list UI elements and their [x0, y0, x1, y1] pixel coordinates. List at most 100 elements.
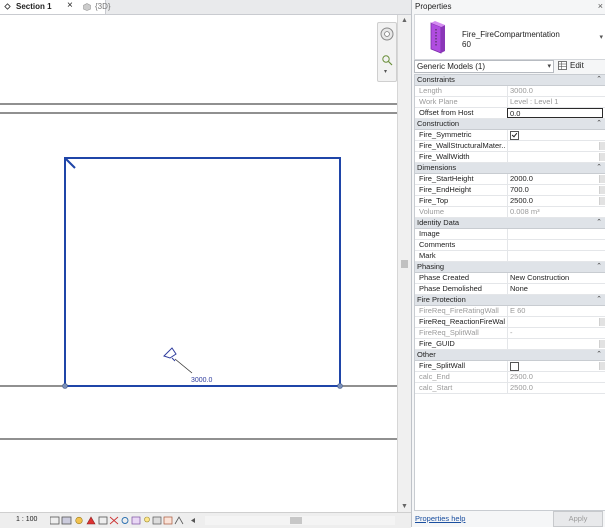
apply-button[interactable]: Apply [553, 511, 603, 527]
row-value[interactable] [507, 130, 603, 140]
fire-splitwall-checkbox[interactable] [510, 362, 519, 371]
row-fire-top[interactable]: Fire_Top 2500.0 [415, 196, 605, 207]
row-fire-start-height[interactable]: Fire_StartHeight 2000.0 [415, 174, 605, 185]
row-name: Phase Demolished [419, 284, 482, 293]
section-fire-protection[interactable]: Fire Protection ⌃ [415, 295, 605, 306]
zoom-icon[interactable] [381, 54, 393, 66]
section-phasing[interactable]: Phasing ⌃ [415, 262, 605, 273]
edit-type-icon [558, 61, 567, 70]
row-comments[interactable]: Comments [415, 240, 605, 251]
scroll-up-icon[interactable]: ▲ [401, 17, 408, 24]
steering-wheel-icon[interactable] [379, 26, 395, 42]
collapse-icon[interactable]: ⌃ [596, 262, 602, 272]
row-name: Fire_EndHeight [419, 185, 472, 194]
row-fire-splitwall[interactable]: Fire_SplitWall [415, 361, 605, 372]
close-tab-icon[interactable]: × [67, 0, 73, 13]
vertical-scrollbar[interactable]: ▲ ▼ [397, 15, 411, 512]
row-phase-created[interactable]: Phase Created New Construction [415, 273, 605, 284]
row-name: Work Plane [419, 97, 458, 106]
grip-right[interactable] [337, 383, 343, 389]
section-title: Constraints [417, 75, 455, 84]
type-dropdown-icon[interactable]: ▾ [599, 33, 603, 41]
view-scale[interactable]: 1 : 100 [16, 516, 37, 523]
row-value[interactable] [507, 152, 603, 162]
collapse-icon[interactable]: ⌃ [596, 295, 602, 305]
horizontal-scroll-thumb[interactable] [290, 517, 302, 524]
collapse-icon[interactable]: ⌃ [596, 119, 602, 129]
section-constraints[interactable]: Constraints ⌃ [415, 75, 605, 86]
browse-button[interactable] [599, 153, 605, 161]
row-firereq-reaction[interactable]: FireReq_ReactionFireWall [415, 317, 605, 328]
row-value[interactable] [507, 251, 603, 261]
row-name: Fire_Symmetric [419, 130, 472, 139]
collapse-icon[interactable]: ⌃ [596, 350, 602, 360]
row-value[interactable]: 700.0 [507, 185, 603, 195]
fire-compartment-element[interactable] [64, 157, 341, 387]
tab-section-label: Section 1 [16, 2, 52, 11]
lightbulb-icon [144, 516, 150, 523]
row-value[interactable] [507, 141, 603, 151]
view-control-icons[interactable] [50, 515, 200, 526]
properties-palette: Properties × Fire_FireCompartmentation 6… [411, 0, 605, 527]
collapse-icon[interactable]: ⌃ [596, 163, 602, 173]
row-fire-guid[interactable]: Fire_GUID [415, 339, 605, 350]
close-palette-icon[interactable]: × [598, 1, 603, 11]
fire-symmetric-checkbox[interactable] [510, 131, 519, 140]
row-value[interactable] [507, 317, 603, 327]
type-selector[interactable]: Fire_FireCompartmentation 60 ▾ [414, 14, 605, 60]
row-fire-wall-structural[interactable]: Fire_WallStructuralMater... [415, 141, 605, 152]
row-volume: Volume 0.008 m³ [415, 207, 605, 218]
collapse-icon[interactable]: ⌃ [596, 218, 602, 228]
row-value[interactable]: None [507, 284, 603, 294]
collapse-icon[interactable]: ⌃ [596, 75, 602, 85]
row-offset-from-host[interactable]: Offset from Host 0.0 [415, 108, 605, 119]
dimension-lock-icon[interactable] [163, 347, 177, 362]
show-crop-icon [109, 516, 119, 525]
browse-button[interactable] [599, 142, 605, 150]
section-dimensions[interactable]: Dimensions ⌃ [415, 163, 605, 174]
row-image[interactable]: Image [415, 229, 605, 240]
row-value[interactable] [507, 339, 603, 349]
row-work-plane: Work Plane Level : Level 1 [415, 97, 605, 108]
tab-3d[interactable]: {3D} [80, 0, 120, 14]
sun-path-icon [75, 516, 83, 525]
temporary-hide-icon [121, 517, 129, 524]
browse-button[interactable] [599, 318, 605, 326]
row-value[interactable]: New Construction [507, 273, 603, 283]
row-value[interactable]: 2000.0 [507, 174, 603, 184]
row-value: 0.008 m³ [507, 207, 603, 217]
properties-help-link[interactable]: Properties help [415, 514, 465, 523]
browse-button[interactable] [599, 175, 605, 183]
scroll-down-icon[interactable]: ▼ [401, 503, 408, 510]
section-title: Dimensions [417, 163, 457, 172]
row-value[interactable] [507, 240, 603, 250]
horizontal-scrollbar[interactable] [205, 516, 395, 525]
row-phase-demolished[interactable]: Phase Demolished None [415, 284, 605, 295]
section-construction[interactable]: Construction ⌃ [415, 119, 605, 130]
zoom-dropdown-icon[interactable]: ▾ [384, 68, 387, 75]
row-fire-end-height[interactable]: Fire_EndHeight 700.0 [415, 185, 605, 196]
row-value[interactable] [507, 361, 603, 371]
row-value[interactable]: 2500.0 [507, 196, 603, 206]
row-calc-start: calc_Start 2500.0 [415, 383, 605, 394]
edit-type-button[interactable]: Edit Type [557, 59, 603, 83]
drawing-canvas[interactable]: 3000.0 [0, 15, 397, 512]
row-fire-symmetric[interactable]: Fire_Symmetric [415, 130, 605, 141]
section-other[interactable]: Other ⌃ [415, 350, 605, 361]
browse-button[interactable] [599, 186, 605, 194]
browse-button[interactable] [599, 197, 605, 205]
scroll-thumb[interactable] [401, 260, 408, 268]
section-identity-data[interactable]: Identity Data ⌃ [415, 218, 605, 229]
browse-button[interactable] [599, 340, 605, 348]
dimension-value[interactable]: 3000.0 [191, 377, 213, 384]
row-firereq-split: FireReq_SplitWall - [415, 328, 605, 339]
grip-left[interactable] [62, 383, 68, 389]
worksharing-icon [152, 516, 162, 525]
instance-filter-select[interactable]: Generic Models (1) ▾ [414, 60, 554, 73]
offset-input[interactable]: 0.0 [507, 108, 603, 118]
row-mark[interactable]: Mark [415, 251, 605, 262]
row-length: Length 3000.0 [415, 86, 605, 97]
browse-button[interactable] [599, 362, 605, 370]
row-value[interactable] [507, 229, 603, 239]
row-fire-wall-width[interactable]: Fire_WallWidth [415, 152, 605, 163]
